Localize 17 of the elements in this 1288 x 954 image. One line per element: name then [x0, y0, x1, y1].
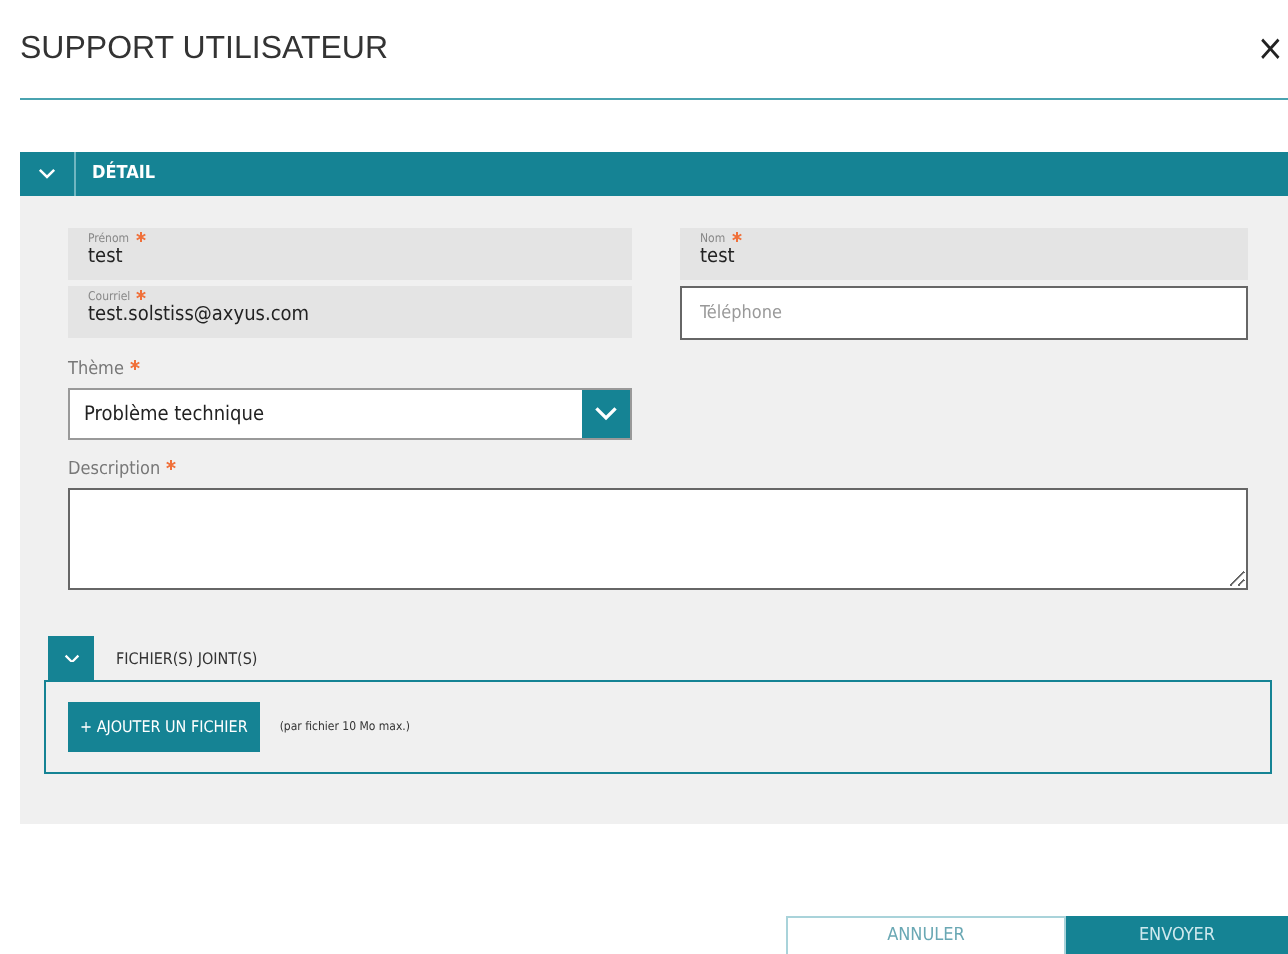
description-label: Description	[68, 460, 161, 480]
add-file-button[interactable]: + AJOUTER UN FICHIER	[68, 702, 260, 752]
field-value: test	[700, 246, 737, 270]
section-header[interactable]: DÉTAIL	[20, 152, 1288, 196]
attachments-title: FICHIER(S) JOINT(S)	[116, 649, 258, 667]
theme-select[interactable]: Problème technique	[68, 388, 632, 440]
section-title: DÉTAIL	[92, 164, 156, 184]
theme-label: Thème	[68, 360, 124, 380]
field-value: test.solstiss@axyus.com	[88, 304, 312, 328]
collapse-toggle[interactable]	[48, 636, 94, 680]
close-button[interactable]: ×	[1256, 31, 1284, 67]
chevron-down-icon	[594, 406, 618, 422]
description-field[interactable]	[68, 488, 1248, 590]
send-button[interactable]: ENVOYER	[1066, 916, 1288, 954]
field-value: test	[88, 246, 125, 270]
phone-field[interactable]: Téléphone	[680, 286, 1248, 340]
dialog-title: SUPPORT UTILISATEUR	[20, 31, 389, 67]
